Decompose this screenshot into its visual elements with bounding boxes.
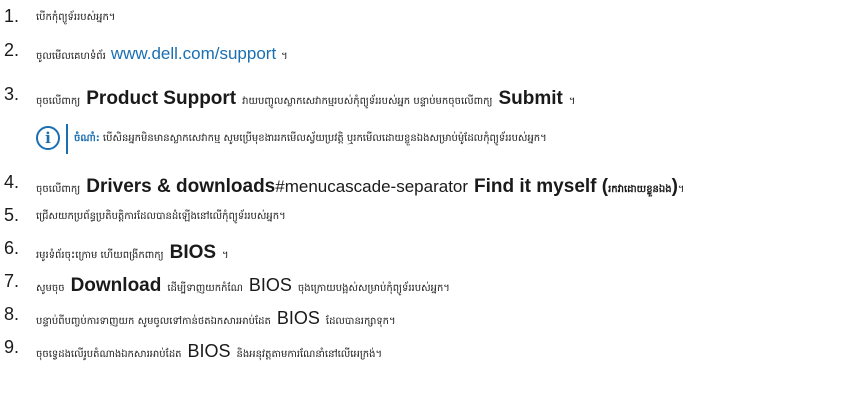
menu-separator-text: #menucascade-separator — [275, 177, 469, 196]
step-5: 5. ជ្រើសយកប្រព័ន្ធប្រតិបត្តិការដែលបានដំឡ… — [0, 205, 867, 227]
step-text-segment: ចូលមើលគេហទំព័រ — [36, 51, 106, 62]
step-number: 2. — [4, 40, 20, 60]
submit-term: Submit — [498, 88, 563, 109]
note-divider — [66, 124, 68, 154]
step-text-segment: បើកកុំព្យូទ័ររបស់អ្នក។ — [36, 12, 116, 23]
bios-term: BIOS — [276, 308, 320, 328]
step-number: 7. — [4, 271, 20, 291]
step-8: 8. បន្ទាប់ពីបញ្ចប់ការទាញយក សូមចូលទៅកាន់ថ… — [0, 304, 867, 329]
support-link[interactable]: www.dell.com/support — [111, 44, 276, 64]
step-2: 2. ចូលមើលគេហទំព័រ www.dell.com/support ។ — [0, 40, 867, 64]
step-text-segment: ចុចទ្វេដងលើរូបតំណាងឯកសារអាប់ដែត — [36, 349, 182, 360]
step-text-segment: ។ — [568, 96, 576, 107]
step-9: 9. ចុចទ្វេដងលើរូបតំណាងឯកសារអាប់ដែត BIOS … — [0, 337, 867, 362]
note-text: ចំណាំ: បើសិនអ្នកមិនមានស្លាកសេវាកម្ម សូមប… — [74, 131, 547, 146]
step-text-segment: ចុចលើពាក្យ — [36, 184, 81, 195]
step-text-segment: បន្ទាប់ពីបញ្ចប់ការទាញយក សូមចូលទៅកាន់ថតឯក… — [36, 316, 271, 327]
step-text-segment: ជ្រើសយកប្រព័ន្ធប្រតិបត្តិការដែលបានដំឡើងន… — [36, 211, 286, 222]
step-7: 7. សូមចុច Download ដើម្បីទាញយកកំណែ BIOS … — [0, 271, 867, 296]
step-text-segment: ។ — [281, 51, 288, 62]
step-text-segment: ដែលបានរក្សាទុក។ — [325, 316, 396, 327]
download-term: Download — [70, 275, 162, 296]
step-text-segment: ចុងក្រោយបង្អស់សម្រាប់កុំព្យូទ័ររបស់អ្នក។ — [297, 283, 450, 294]
bios-term: BIOS — [248, 275, 292, 295]
step-text-segment: រមូរទំព័រចុះក្រោម ហើយពង្រីកពាក្យ — [36, 250, 164, 261]
find-it-myself-khmer: រកវាដោយខ្លួនឯង — [608, 184, 672, 195]
step-number: 5. — [4, 205, 20, 225]
note-body: បើសិនអ្នកមិនមានស្លាកសេវាកម្ម សូមប្រើមុខង… — [102, 133, 547, 144]
drivers-downloads-term: Drivers & downloads — [86, 176, 276, 197]
step-text: សូមចុច Download ដើម្បីទាញយកកំណែ BIOS ចុង… — [36, 275, 450, 297]
step-text: ចុចលើពាក្យ Product Support វាយបញ្ចូលស្លា… — [36, 88, 575, 110]
step-6: 6. រមូរទំព័រចុះក្រោម ហើយពង្រីកពាក្យ BIOS… — [0, 238, 867, 263]
step-text-segment: វាយបញ្ចូលស្លាកសេវាកម្មរបស់កុំព្យូទ័ររបស់… — [242, 96, 493, 107]
step-text: ចុចលើពាក្យ Drivers & downloads #menucasc… — [36, 176, 685, 198]
step-number: 3. — [4, 84, 20, 104]
step-text: បើកកុំព្យូទ័ររបស់អ្នក។ — [36, 10, 115, 25]
step-1: 1. បើកកុំព្យូទ័ររបស់អ្នក។ — [0, 6, 867, 28]
step-text: ជ្រើសយកប្រព័ន្ធប្រតិបត្តិការដែលបានដំឡើងន… — [36, 209, 286, 224]
bios-term: BIOS — [187, 341, 231, 361]
step-text: ចូលមើលគេហទំព័រ www.dell.com/support ។ — [36, 44, 288, 64]
step-text-segment: ។ — [222, 250, 229, 261]
step-text: រមូរទំព័រចុះក្រោម ហើយពង្រីកពាក្យ BIOS ។ — [36, 242, 229, 264]
step-text-segment: ចុចលើពាក្យ — [36, 96, 81, 107]
note-callout: i ចំណាំ: បើសិនអ្នកមិនមានស្លាកសេវាកម្ម សូ… — [36, 124, 856, 164]
step-text-segment: សូមចុច — [36, 283, 65, 294]
step-text-segment: និងអនុវត្តតាមការណែនាំនៅលើអេក្រង់។ — [236, 349, 383, 360]
step-number: 1. — [4, 6, 20, 26]
bios-term: BIOS — [169, 242, 217, 263]
step-3: 3. ចុចលើពាក្យ Product Support វាយបញ្ចូលស… — [0, 84, 867, 109]
step-text: ចុចទ្វេដងលើរូបតំណាងឯកសារអាប់ដែត BIOS និង… — [36, 341, 382, 362]
step-number: 9. — [4, 337, 20, 357]
step-text: បន្ទាប់ពីបញ្ចប់ការទាញយក សូមចូលទៅកាន់ថតឯក… — [36, 308, 396, 329]
step-text-segment: ។ — [677, 184, 685, 195]
step-number: 8. — [4, 304, 20, 324]
step-4: 4. ចុចលើពាក្យ Drivers & downloads #menuc… — [0, 172, 867, 197]
product-support-term: Product Support — [86, 88, 237, 109]
step-text-segment: ដើម្បីទាញយកកំណែ — [167, 283, 243, 294]
note-label: ចំណាំ: — [74, 133, 100, 144]
find-it-myself-term: Find it myself ( — [474, 176, 609, 197]
info-icon: i — [36, 126, 60, 150]
step-number: 6. — [4, 238, 20, 258]
step-number: 4. — [4, 172, 20, 192]
